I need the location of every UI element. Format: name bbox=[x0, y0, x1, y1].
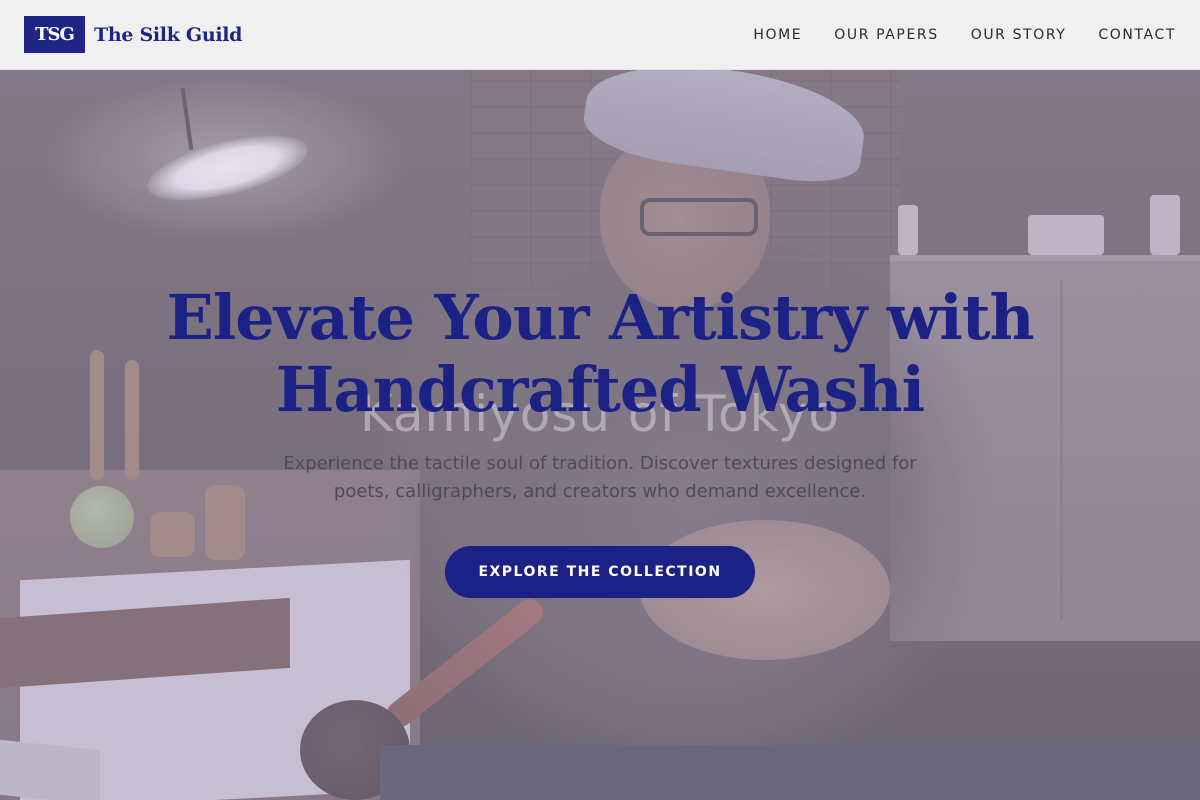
hero-title: Elevate Your Artistry with Handcrafted W… bbox=[100, 282, 1100, 426]
explore-collection-button[interactable]: EXPLORE THE COLLECTION bbox=[445, 546, 755, 598]
landing-page: Kamiyosu of Tokyo TSG The Silk Guild HOM… bbox=[0, 0, 1200, 800]
hero-title-line2: Handcrafted Washi bbox=[275, 353, 925, 426]
nav-our-papers[interactable]: OUR PAPERS bbox=[834, 27, 938, 43]
nav-our-story[interactable]: OUR STORY bbox=[971, 27, 1067, 43]
main-nav: HOME OUR PAPERS OUR STORY CONTACT bbox=[753, 0, 1176, 70]
site-header: TSG The Silk Guild HOME OUR PAPERS OUR S… bbox=[0, 0, 1200, 70]
nav-contact[interactable]: CONTACT bbox=[1098, 27, 1176, 43]
hero-subtitle: Experience the tactile soul of tradition… bbox=[283, 453, 917, 502]
brand-name: The Silk Guild bbox=[94, 23, 243, 46]
site-logo[interactable]: TSG The Silk Guild bbox=[24, 16, 242, 53]
nav-home[interactable]: HOME bbox=[753, 27, 802, 43]
logo-mark: TSG bbox=[24, 16, 85, 53]
hero-title-line1: Elevate Your Artistry with bbox=[166, 281, 1034, 354]
